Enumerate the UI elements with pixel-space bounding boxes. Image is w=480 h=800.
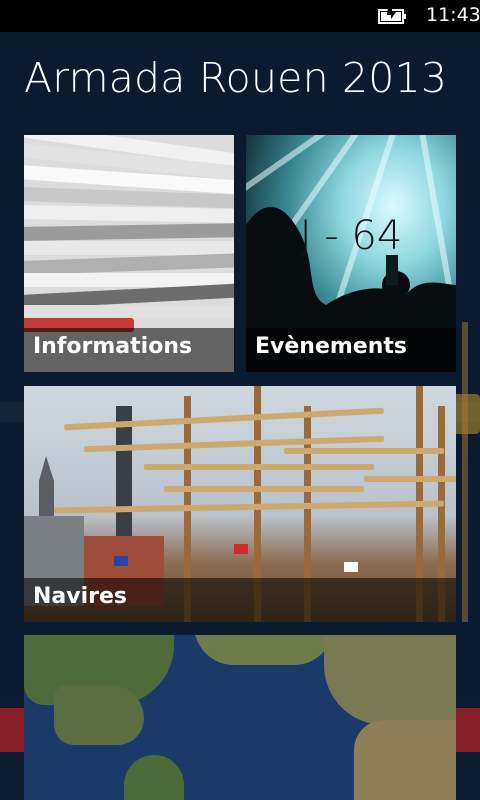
tile-evenements[interactable]: J - 64 Evènements: [246, 135, 456, 372]
status-bar: 11:43: [0, 0, 480, 32]
tile-label-navires: Navires: [24, 578, 456, 622]
tile-label-informations: Informations: [24, 328, 234, 372]
tile-informations[interactable]: Informations: [24, 135, 234, 372]
app-title: Armada Rouen 2013: [24, 54, 448, 102]
status-time: 11:43: [426, 4, 480, 26]
tile-label-evenements: Evènements: [246, 328, 456, 372]
tile-map[interactable]: [24, 635, 456, 800]
battery-charging-icon: [378, 8, 406, 24]
countdown-label: J - 64: [299, 213, 403, 259]
tile-navires[interactable]: Navires: [24, 386, 456, 622]
